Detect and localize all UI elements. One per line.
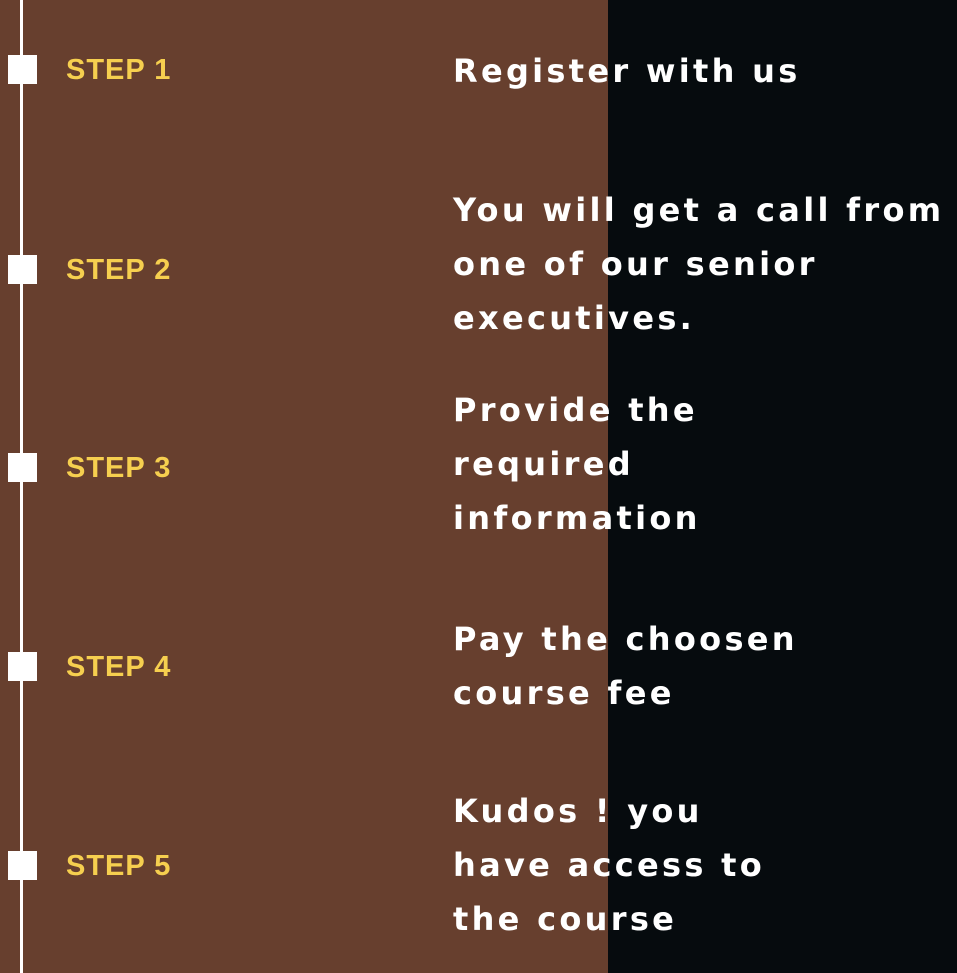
- step-label-5: STEP 5: [66, 850, 172, 882]
- timeline-line: [20, 0, 23, 973]
- timeline-marker-step-1: [8, 55, 37, 84]
- timeline-marker-step-4: [8, 652, 37, 681]
- step-label-2: STEP 2: [66, 254, 172, 286]
- step-description-5: Kudos ! you have access to the course: [453, 792, 766, 938]
- timeline-marker-step-5: [8, 851, 37, 880]
- step-description-4: Pay the choosen course fee: [453, 620, 798, 712]
- step-description-2: You will get a call from one of our seni…: [453, 191, 945, 337]
- step-label-3: STEP 3: [66, 452, 172, 484]
- step-label-4: STEP 4: [66, 651, 172, 683]
- step-description-3: Provide the required information: [453, 391, 701, 537]
- timeline-marker-step-2: [8, 255, 37, 284]
- step-label-1: STEP 1: [66, 54, 172, 86]
- timeline-marker-step-3: [8, 453, 37, 482]
- step-description-1: Register with us: [453, 52, 801, 90]
